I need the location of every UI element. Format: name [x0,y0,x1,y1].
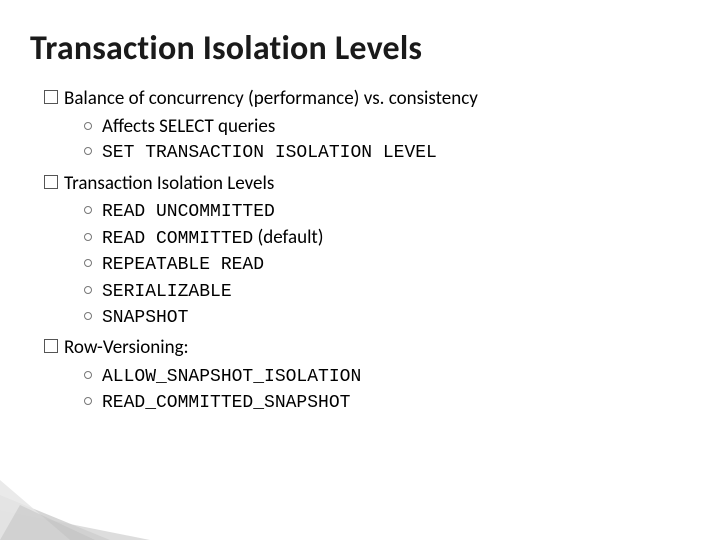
sub-item: REPEATABLE READ [84,252,690,277]
sub-item: Affects SELECT queries [84,115,690,140]
bullet-item: Transaction Isolation Levels [44,172,690,197]
sub-list: READ UNCOMMITTED READ COMMITTED (default)… [44,199,690,330]
slide-title: Transaction Isolation Levels [30,28,690,69]
circle-bullet-icon [84,147,92,155]
sub-item-suffix: (default) [253,226,323,249]
sub-item: READ_COMMITTED_SNAPSHOT [84,390,690,415]
bullet-lead: Transaction [64,172,153,195]
sub-item-text: READ_COMMITTED_SNAPSHOT [102,393,350,413]
sub-item-text: SERIALIZABLE [102,282,232,302]
sub-item-text: READ COMMITTED [102,229,253,249]
sub-item: SERIALIZABLE [84,279,690,304]
sub-item-text: READ UNCOMMITTED [102,202,275,222]
slide-body: Balance of concurrency (performance) vs.… [30,87,690,416]
sub-item: READ COMMITTED (default) [84,226,690,251]
sub-item-text: ALLOW_SNAPSHOT_ISOLATION [102,367,361,387]
bullet-text: of concurrency (performance) vs. consist… [124,87,477,110]
bullet-item: Row-Versioning: [44,336,690,361]
sub-item-text: SNAPSHOT [102,308,188,328]
sub-item: SNAPSHOT [84,305,690,330]
sub-item: READ UNCOMMITTED [84,199,690,224]
square-bullet-icon [44,90,58,104]
bullet-text: Isolation Levels [153,172,275,195]
circle-bullet-icon [84,286,92,294]
sub-item: ALLOW_SNAPSHOT_ISOLATION [84,364,690,389]
circle-bullet-icon [84,233,92,241]
sub-list: ALLOW_SNAPSHOT_ISOLATION READ_COMMITTED_S… [44,364,690,416]
sub-item-text: REPEATABLE READ [102,255,264,275]
sub-item-text: SET TRANSACTION ISOLATION LEVEL [102,143,437,163]
circle-bullet-icon [84,259,92,267]
square-bullet-icon [44,339,58,353]
circle-bullet-icon [84,206,92,214]
bullet-lead: Balance [64,87,124,110]
slide: Transaction Isolation Levels Balance of … [0,0,720,540]
circle-bullet-icon [84,371,92,379]
square-bullet-icon [44,175,58,189]
circle-bullet-icon [84,312,92,320]
bullet-lead: Row-Versioning: [64,336,189,359]
circle-bullet-icon [84,397,92,405]
sub-item-text: Affects SELECT queries [102,115,275,138]
sub-item: SET TRANSACTION ISOLATION LEVEL [84,140,690,165]
bullet-item: Balance of concurrency (performance) vs.… [44,87,690,112]
circle-bullet-icon [84,122,92,130]
sub-list: Affects SELECT queries SET TRANSACTION IS… [44,115,690,166]
